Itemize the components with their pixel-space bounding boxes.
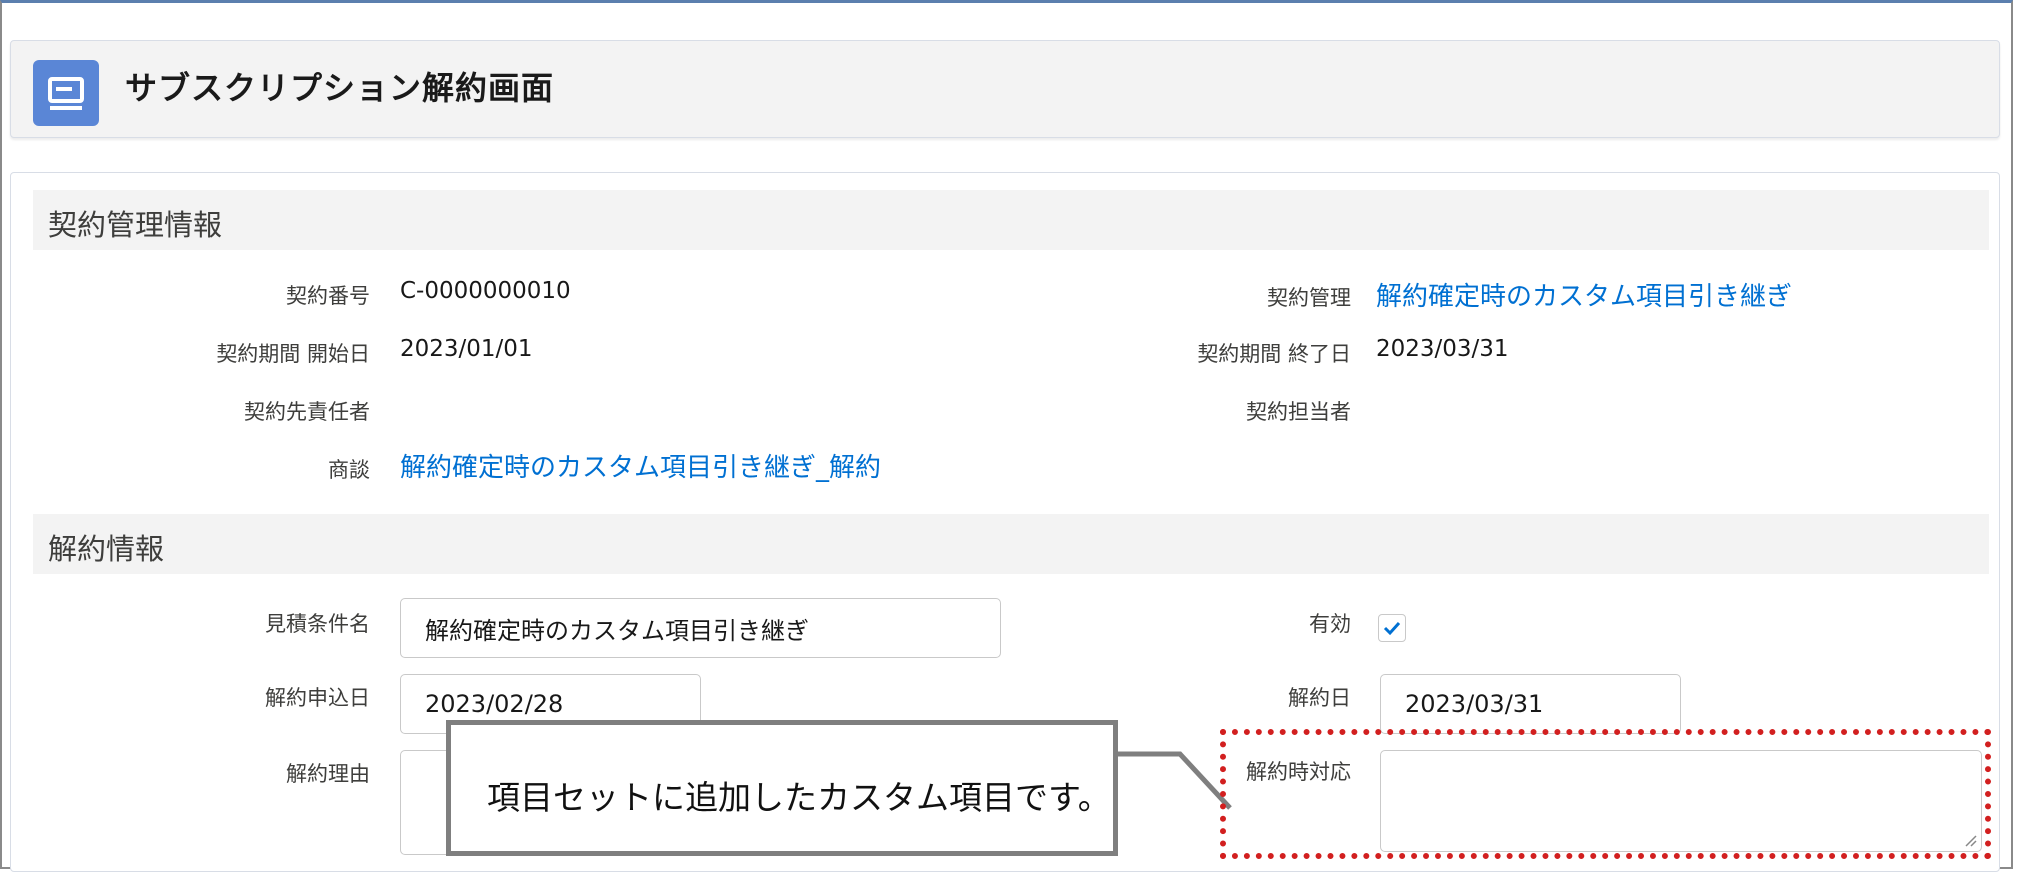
- callout-box: 項目セットに追加したカスタム項目です。: [446, 720, 1118, 856]
- callout-text: 項目セットに追加したカスタム項目です。: [487, 778, 1111, 817]
- highlight-box: [1220, 729, 1991, 859]
